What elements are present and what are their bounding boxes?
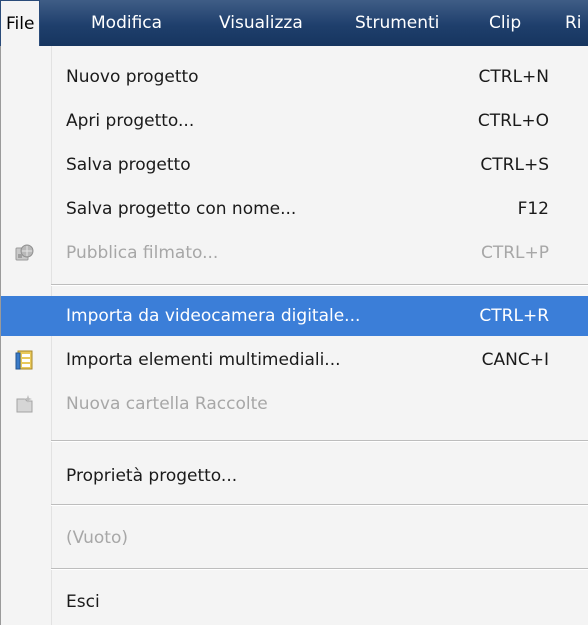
menu-item-label: Nuovo progetto bbox=[66, 67, 199, 87]
menu-item-nuovo-progetto[interactable]: Nuovo progetto CTRL+N bbox=[1, 57, 588, 97]
menu-item-vuoto: (Vuoto) bbox=[1, 518, 588, 558]
menu-file[interactable]: File bbox=[0, 0, 41, 47]
menu-item-label: Proprietà progetto... bbox=[66, 466, 238, 486]
menu-item-label: (Vuoto) bbox=[66, 528, 128, 548]
menu-item-shortcut: F12 bbox=[517, 199, 549, 219]
menu-item-shortcut: CTRL+R bbox=[479, 306, 549, 326]
menu-clip[interactable]: Clip bbox=[484, 0, 526, 46]
menu-item-proprieta-progetto[interactable]: Proprietà progetto... bbox=[1, 456, 588, 496]
menu-item-label: Salva progetto con nome... bbox=[66, 199, 297, 219]
menu-item-label: Importa da videocamera digitale... bbox=[66, 306, 361, 326]
menu-item-nuova-cartella-raccolte[interactable]: Nuova cartella Raccolte bbox=[1, 384, 588, 424]
menu-item-label: Apri progetto... bbox=[66, 111, 195, 131]
menu-item-label: Importa elementi multimediali... bbox=[66, 350, 341, 370]
menu-separator bbox=[51, 440, 588, 442]
menu-item-shortcut: CTRL+N bbox=[478, 67, 550, 87]
menu-modifica[interactable]: Modifica bbox=[86, 0, 167, 46]
menu-item-label: Esci bbox=[66, 592, 100, 612]
menu-item-salva-progetto-con-nome[interactable]: Salva progetto con nome... F12 bbox=[1, 189, 588, 229]
menu-item-shortcut: CANC+I bbox=[481, 350, 549, 370]
menu-separator bbox=[51, 504, 588, 506]
menu-item-apri-progetto[interactable]: Apri progetto... CTRL+O bbox=[1, 101, 588, 141]
menu-item-esci[interactable]: Esci bbox=[1, 582, 588, 622]
menu-item-shortcut: CTRL+P bbox=[480, 243, 549, 263]
menu-visualizza[interactable]: Visualizza bbox=[214, 0, 308, 46]
menu-item-importa-da-videocamera[interactable]: Importa da videocamera digitale... CTRL+… bbox=[1, 296, 588, 336]
menu-separator bbox=[51, 568, 588, 570]
menu-ri[interactable]: Ri bbox=[560, 0, 587, 46]
menu-item-label: Salva progetto bbox=[66, 155, 191, 175]
menu-separator bbox=[51, 284, 588, 286]
menu-item-importa-elementi-multimediali[interactable]: Importa elementi multimediali... CANC+I bbox=[1, 340, 588, 380]
menu-item-label: Nuova cartella Raccolte bbox=[66, 394, 268, 414]
import-media-icon bbox=[13, 349, 35, 371]
menu-item-pubblica-filmato[interactable]: Pubblica filmato... CTRL+P bbox=[1, 233, 588, 273]
menu-bar: File Modifica Visualizza Strumenti Clip … bbox=[0, 0, 588, 47]
menu-item-shortcut: CTRL+S bbox=[480, 155, 549, 175]
menu-item-salva-progetto[interactable]: Salva progetto CTRL+S bbox=[1, 145, 588, 185]
menu-item-shortcut: CTRL+O bbox=[477, 111, 549, 131]
file-menu-dropdown: Nuovo progetto CTRL+N Apri progetto... C… bbox=[0, 46, 588, 625]
new-collection-folder-icon bbox=[13, 393, 35, 415]
publish-movie-icon bbox=[13, 242, 35, 264]
menu-item-label: Pubblica filmato... bbox=[66, 243, 219, 263]
menu-strumenti[interactable]: Strumenti bbox=[350, 0, 444, 46]
